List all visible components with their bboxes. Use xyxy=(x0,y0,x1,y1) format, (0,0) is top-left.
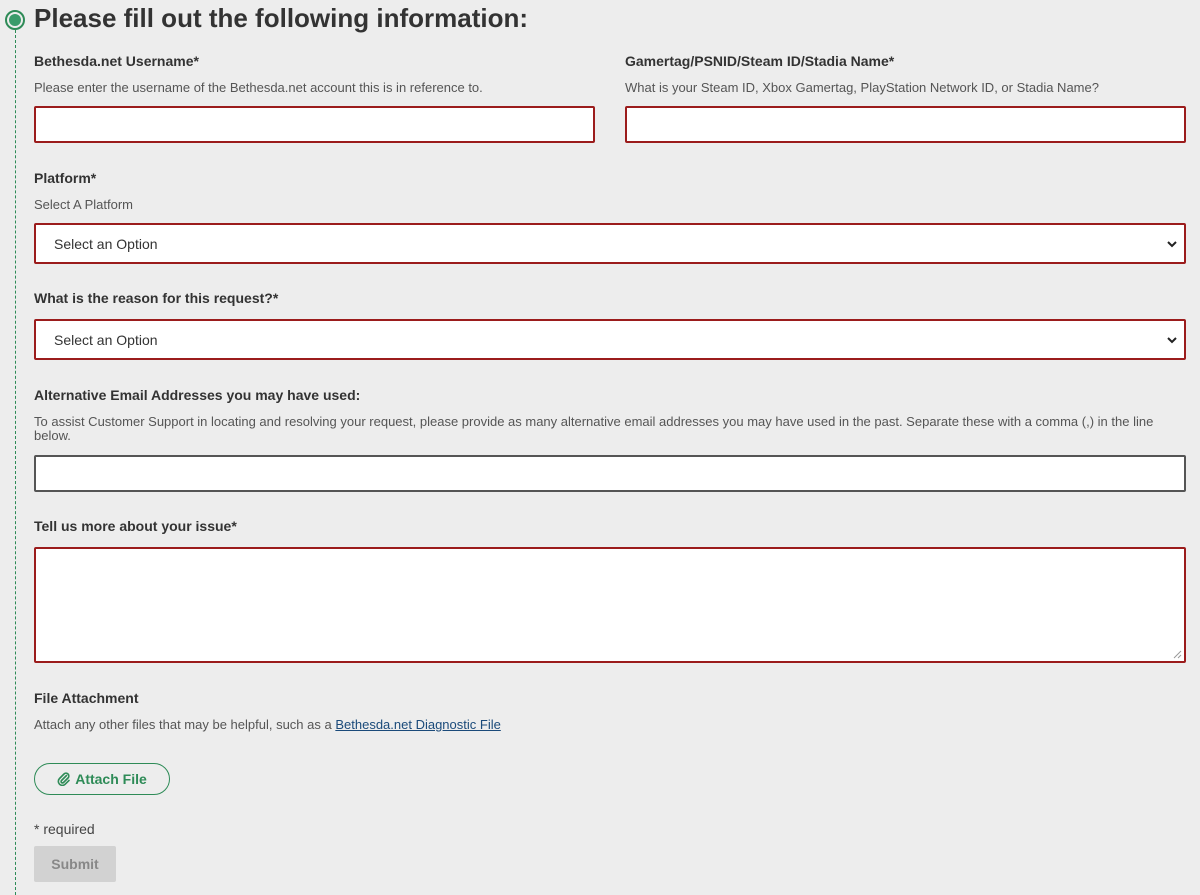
username-label: Bethesda.net Username* xyxy=(34,53,199,69)
username-help: Please enter the username of the Bethesd… xyxy=(34,80,483,95)
diagnostic-file-link[interactable]: Bethesda.net Diagnostic File xyxy=(335,717,500,732)
gamertag-label: Gamertag/PSNID/Steam ID/Stadia Name* xyxy=(625,53,895,69)
reason-label: What is the reason for this request?* xyxy=(34,290,279,306)
issue-textarea[interactable] xyxy=(34,547,1186,663)
submit-button[interactable]: Submit xyxy=(34,846,116,882)
platform-label: Platform* xyxy=(34,170,97,186)
reason-select[interactable]: Select an Option xyxy=(34,319,1186,360)
resize-handle-icon[interactable] xyxy=(1173,650,1182,659)
attachment-help-text: Attach any other files that may be helpf… xyxy=(34,717,336,732)
attach-file-label: Attach File xyxy=(75,771,147,787)
gamertag-help: What is your Steam ID, Xbox Gamertag, Pl… xyxy=(625,80,1099,95)
alt-emails-label: Alternative Email Addresses you may have… xyxy=(34,387,361,403)
issue-label: Tell us more about your issue* xyxy=(34,518,237,534)
username-input[interactable] xyxy=(34,106,595,143)
required-note: * required xyxy=(34,821,95,837)
reason-select-value: Select an Option xyxy=(54,331,158,348)
chevron-down-icon xyxy=(1167,240,1177,247)
page-title: Please fill out the following informatio… xyxy=(34,3,528,33)
chevron-down-icon xyxy=(1167,336,1177,343)
step-indicator-icon xyxy=(5,10,25,30)
platform-help: Select A Platform xyxy=(34,197,133,212)
alt-emails-help: To assist Customer Support in locating a… xyxy=(34,414,1154,443)
platform-select[interactable]: Select an Option xyxy=(34,223,1186,264)
attachment-help: Attach any other files that may be helpf… xyxy=(34,718,501,732)
gamertag-input[interactable] xyxy=(625,106,1186,143)
attachment-label: File Attachment xyxy=(34,690,139,706)
alt-emails-input[interactable] xyxy=(34,455,1186,492)
progress-timeline xyxy=(15,20,16,895)
platform-select-value: Select an Option xyxy=(54,235,158,252)
paperclip-icon xyxy=(57,772,71,786)
attach-file-button[interactable]: Attach File xyxy=(34,763,170,795)
